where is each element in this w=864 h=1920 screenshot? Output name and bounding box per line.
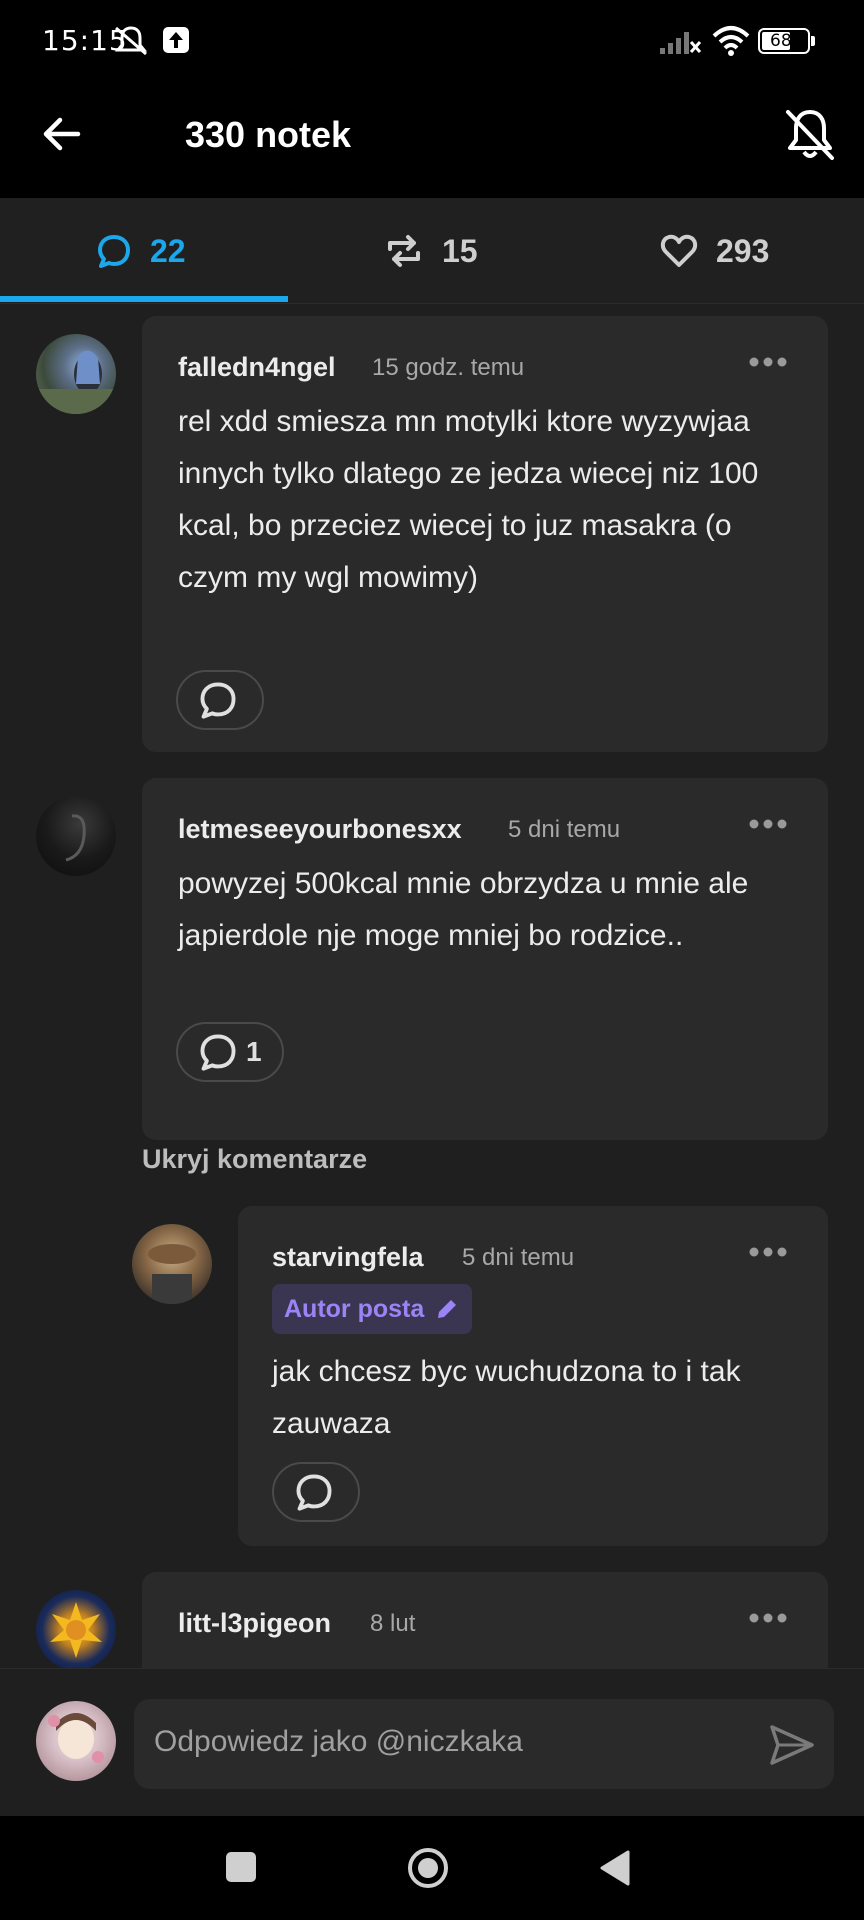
comment-timestamp: 15 godz. temu — [372, 354, 525, 381]
avatar — [36, 1701, 116, 1781]
badge-label: Autor posta — [284, 1294, 425, 1323]
comment-card: starvingfela 5 dni temu Autor posta jak … — [238, 1206, 828, 1546]
heart-icon — [660, 234, 698, 267]
comment-username[interactable]: starvingfela — [272, 1242, 424, 1273]
back-triangle-icon[interactable] — [598, 1848, 632, 1888]
battery-level: 68 — [770, 31, 792, 51]
comment-card: letmeseeyourbonesxx 5 dni temu powyzej 5… — [142, 778, 828, 1140]
signal-icon — [660, 32, 702, 54]
battery-icon: 68 — [758, 28, 815, 54]
tab-likes-count: 293 — [716, 232, 770, 269]
pencil-icon — [438, 1300, 457, 1318]
reply-button[interactable]: 1 — [176, 1022, 284, 1082]
more-options-icon[interactable] — [748, 1246, 788, 1258]
avatar-image — [48, 1713, 104, 1763]
reblog-icon — [388, 235, 420, 267]
avatar-image — [148, 1244, 196, 1304]
arrow-left-icon[interactable] — [40, 112, 84, 156]
avatar[interactable] — [132, 1224, 212, 1304]
comment-username[interactable]: letmeseeyourbonesxx — [178, 814, 462, 845]
reply-bar: Odpowiedz jako @niczkaka — [0, 1668, 864, 1816]
notes-tabs: 22 15 293 — [0, 198, 864, 304]
page-title: 330 notek — [185, 114, 352, 155]
tab-likes[interactable]: 293 — [660, 198, 769, 304]
reply-input[interactable]: Odpowiedz jako @niczkaka — [134, 1699, 834, 1789]
active-tab-indicator — [0, 296, 288, 302]
hide-comments-link[interactable]: Ukryj komentarze — [142, 1144, 367, 1175]
tab-reblogs[interactable]: 15 — [384, 198, 478, 304]
comments-list[interactable]: falledn4ngel 15 godz. temu rel xdd smies… — [0, 304, 864, 1668]
comment-timestamp: 8 lut — [370, 1610, 416, 1637]
more-options-icon[interactable] — [748, 1612, 788, 1624]
recents-square-icon[interactable] — [226, 1852, 256, 1882]
comment-icon — [200, 682, 236, 719]
avatar-image — [36, 350, 116, 414]
reply-button[interactable] — [176, 670, 264, 730]
comment-card: litt-l3pigeon 8 lut — [142, 1572, 828, 1668]
avatar[interactable] — [36, 796, 116, 876]
comment-text: rel xdd smiesza mn motylki ktore wyzywja… — [178, 405, 759, 594]
post-author-badge: Autor posta — [272, 1284, 473, 1334]
home-circle-icon[interactable] — [406, 1846, 450, 1890]
comment-username[interactable]: falledn4ngel — [178, 352, 336, 383]
reply-count: 1 — [246, 1036, 262, 1067]
comment-card: falledn4ngel 15 godz. temu rel xdd smies… — [142, 316, 828, 752]
tab-comments[interactable]: 22 — [96, 198, 186, 304]
status-bar: 15:15 68 — [0, 0, 864, 82]
system-nav-bar — [0, 1816, 864, 1920]
upload-icon — [163, 27, 189, 53]
avatar[interactable] — [36, 1590, 116, 1668]
comment-icon — [296, 1474, 332, 1511]
more-options-icon[interactable] — [748, 818, 788, 830]
more-options-icon[interactable] — [748, 356, 788, 368]
tab-reblogs-count: 15 — [442, 232, 478, 269]
comment-icon — [98, 235, 130, 268]
app-header: 330 notek — [0, 82, 864, 198]
wifi-icon — [712, 26, 750, 56]
mute-icon — [114, 26, 148, 56]
bell-off-icon[interactable] — [780, 104, 840, 164]
comment-text: jak chcesz byc wuchudzona to i tak zauwa… — [272, 1355, 741, 1440]
comment-timestamp: 5 dni temu — [462, 1244, 575, 1271]
send-icon[interactable] — [768, 1721, 816, 1769]
comment-username[interactable]: litt-l3pigeon — [178, 1608, 331, 1639]
comment-icon — [200, 1034, 236, 1071]
reply-placeholder: Odpowiedz jako @niczkaka — [154, 1725, 523, 1758]
comment-timestamp: 5 dni temu — [508, 816, 621, 843]
tab-comments-count: 22 — [150, 232, 186, 269]
comment-text: powyzej 500kcal mnie obrzydza u mnie ale… — [178, 867, 749, 952]
avatar-image — [65, 814, 86, 862]
avatar[interactable] — [36, 334, 116, 414]
reply-button[interactable] — [272, 1462, 360, 1522]
avatar-image — [50, 1602, 102, 1658]
